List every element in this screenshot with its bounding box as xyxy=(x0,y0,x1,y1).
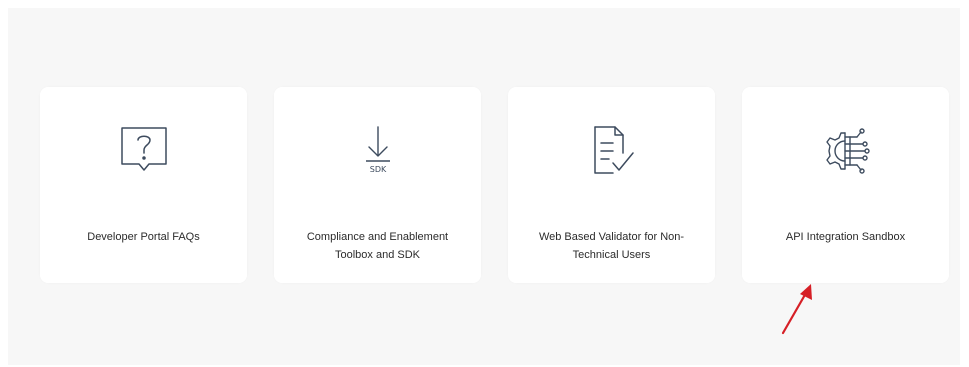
document-check-icon xyxy=(508,123,715,179)
sdk-icon-text: SDK xyxy=(369,165,386,174)
card-api-integration-sandbox[interactable]: API Integration Sandbox xyxy=(742,87,949,283)
card-developer-portal-faqs[interactable]: Developer Portal FAQs xyxy=(40,87,247,283)
card-label: Developer Portal FAQs xyxy=(87,231,200,243)
card-web-based-validator[interactable]: Web Based Validator for Non-Technical Us… xyxy=(508,87,715,283)
card-compliance-toolbox-sdk[interactable]: SDK Compliance and Enablement Toolbox an… xyxy=(274,87,481,283)
card-label: API Integration Sandbox xyxy=(785,231,906,243)
gear-circuit-icon xyxy=(742,123,949,179)
question-bubble-icon xyxy=(40,123,247,179)
sdk-download-icon: SDK xyxy=(274,123,481,179)
red-arrow-annotation-icon xyxy=(781,284,812,335)
card-label: Compliance and Enablement Toolbox and SD… xyxy=(306,231,449,261)
card-label: Web Based Validator for Non-Technical Us… xyxy=(538,231,685,261)
